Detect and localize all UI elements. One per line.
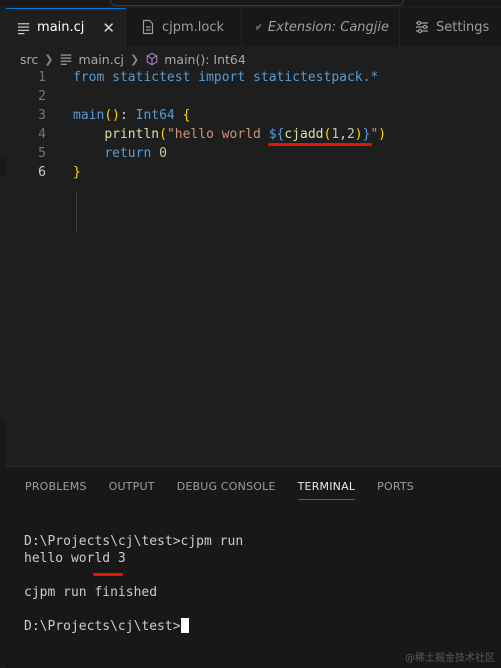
tab-extension-cangjie[interactable]: Extension: Cangjie	[242, 8, 400, 46]
code-token: ${	[268, 127, 285, 142]
code-line[interactable]: 5 return 0	[6, 144, 501, 163]
code-token: println	[104, 127, 160, 142]
terminal-output[interactable]: D:\Projects\cj\test>cjpm run hello world …	[24, 533, 243, 635]
code-token: import	[198, 70, 246, 85]
chevron-right-icon: ❯	[44, 52, 54, 66]
code-text: main(): Int64 {	[73, 106, 190, 125]
list-icon	[61, 54, 72, 65]
terminal-cursor	[180, 618, 189, 633]
code-text: return 0	[73, 144, 167, 163]
code-token: (	[159, 127, 167, 142]
code-token: return	[104, 146, 152, 161]
list-icon	[17, 22, 30, 34]
tab-ports[interactable]: PORTS	[377, 480, 414, 500]
code-token: }	[73, 165, 81, 180]
code-token: "hello world	[166, 127, 269, 142]
breadcrumb-folder[interactable]: src	[20, 52, 38, 67]
code-token: statictest	[112, 70, 191, 85]
line-number: 1	[38, 70, 46, 85]
code-token: 2	[346, 127, 355, 142]
extensions-icon	[256, 24, 262, 30]
code-text: from statictest import statictestpack.*	[73, 68, 378, 87]
command-center[interactable]	[110, 0, 404, 6]
line-number: 2	[38, 89, 46, 104]
code-text: println("hello world ${cjadd(1,2)}")	[73, 125, 386, 144]
tab-settings[interactable]: Settings	[400, 8, 501, 46]
tab-label: Extension: Cangjie	[267, 19, 389, 35]
code-line[interactable]: 2	[6, 87, 501, 106]
line-number: 5	[38, 146, 46, 161]
code-token: statictestpack.*	[253, 70, 379, 85]
editor-tabs: main.cj ✕ cjpm.lock Extension: Cangjie S…	[6, 8, 501, 46]
code-token: {	[182, 108, 191, 123]
close-icon[interactable]: ✕	[102, 19, 115, 37]
code-token: Int64	[135, 108, 175, 123]
code-text: }	[73, 163, 81, 182]
cube-icon	[146, 52, 158, 66]
tab-output[interactable]: OUTPUT	[109, 480, 155, 500]
breadcrumb-symbol[interactable]: main(): Int64	[164, 52, 246, 67]
tab-label: Settings	[436, 19, 490, 35]
code-token: )	[354, 127, 363, 142]
title-bar-strip	[0, 0, 501, 6]
indent-guide	[76, 193, 77, 231]
code-token: ()	[104, 108, 120, 123]
chevron-right-icon: ❯	[130, 52, 140, 66]
tab-label: cjpm.lock	[162, 19, 225, 35]
code-line[interactable]: 1 from statictest import statictestpack.*	[6, 68, 501, 87]
line-number: 3	[38, 108, 46, 123]
breadcrumb-file[interactable]: main.cj	[78, 52, 124, 67]
code-token: cjadd	[284, 127, 324, 142]
code-token: :	[119, 108, 136, 123]
watermark: @稀土掘金技术社区	[405, 653, 495, 664]
code-token: 0	[159, 146, 167, 161]
panel-tabs: PROBLEMS OUTPUT DEBUG CONSOLE TERMINAL PORTS	[25, 480, 436, 500]
code-line[interactable]: 4 println("hello world ${cjadd(1,2)}")	[6, 125, 501, 144]
terminal-line: D:\Projects\cj\test>cjpm run	[24, 533, 243, 550]
line-number: 4	[38, 127, 46, 142]
terminal-text: D:\Projects\cj\test>	[24, 619, 181, 634]
tab-cjpm-lock[interactable]: cjpm.lock	[126, 8, 242, 46]
annotation-underline	[268, 143, 372, 146]
tab-main-cj[interactable]: main.cj ✕	[6, 8, 126, 46]
code-line[interactable]: 3 main(): Int64 {	[6, 106, 501, 125]
tab-debug-console[interactable]: DEBUG CONSOLE	[177, 480, 276, 500]
code-line[interactable]: 6}	[6, 163, 501, 182]
terminal-text: cjpm run finished	[24, 585, 158, 600]
code-token: ,	[339, 127, 347, 142]
terminal-line: D:\Projects\cj\test>	[24, 618, 243, 635]
terminal-line: cjpm run finished	[24, 584, 243, 601]
tab-label: main.cj	[37, 20, 85, 35]
breadcrumb: src ❯ main.cj ❯ main(): Int64	[20, 50, 246, 68]
terminal-text: hello world 3	[24, 551, 126, 566]
settings-icon	[416, 20, 428, 34]
tab-problems[interactable]: PROBLEMS	[25, 480, 87, 500]
code-editor[interactable]: 1 from statictest import statictestpack.*…	[6, 68, 501, 464]
file-icon	[142, 19, 154, 35]
terminal-line: hello world 3	[24, 550, 243, 567]
code-token: 1	[331, 127, 340, 142]
line-number: 6	[38, 165, 46, 180]
code-token: main	[73, 108, 105, 123]
bottom-panel: PROBLEMS OUTPUT DEBUG CONSOLE TERMINAL PORTS…	[6, 466, 501, 668]
terminal-text: D:\Projects\cj\test>cjpm run	[24, 534, 244, 549]
annotation-underline	[93, 573, 123, 576]
code-token: from	[73, 70, 105, 85]
tab-terminal[interactable]: TERMINAL	[297, 480, 356, 500]
code-token: )	[378, 127, 387, 142]
